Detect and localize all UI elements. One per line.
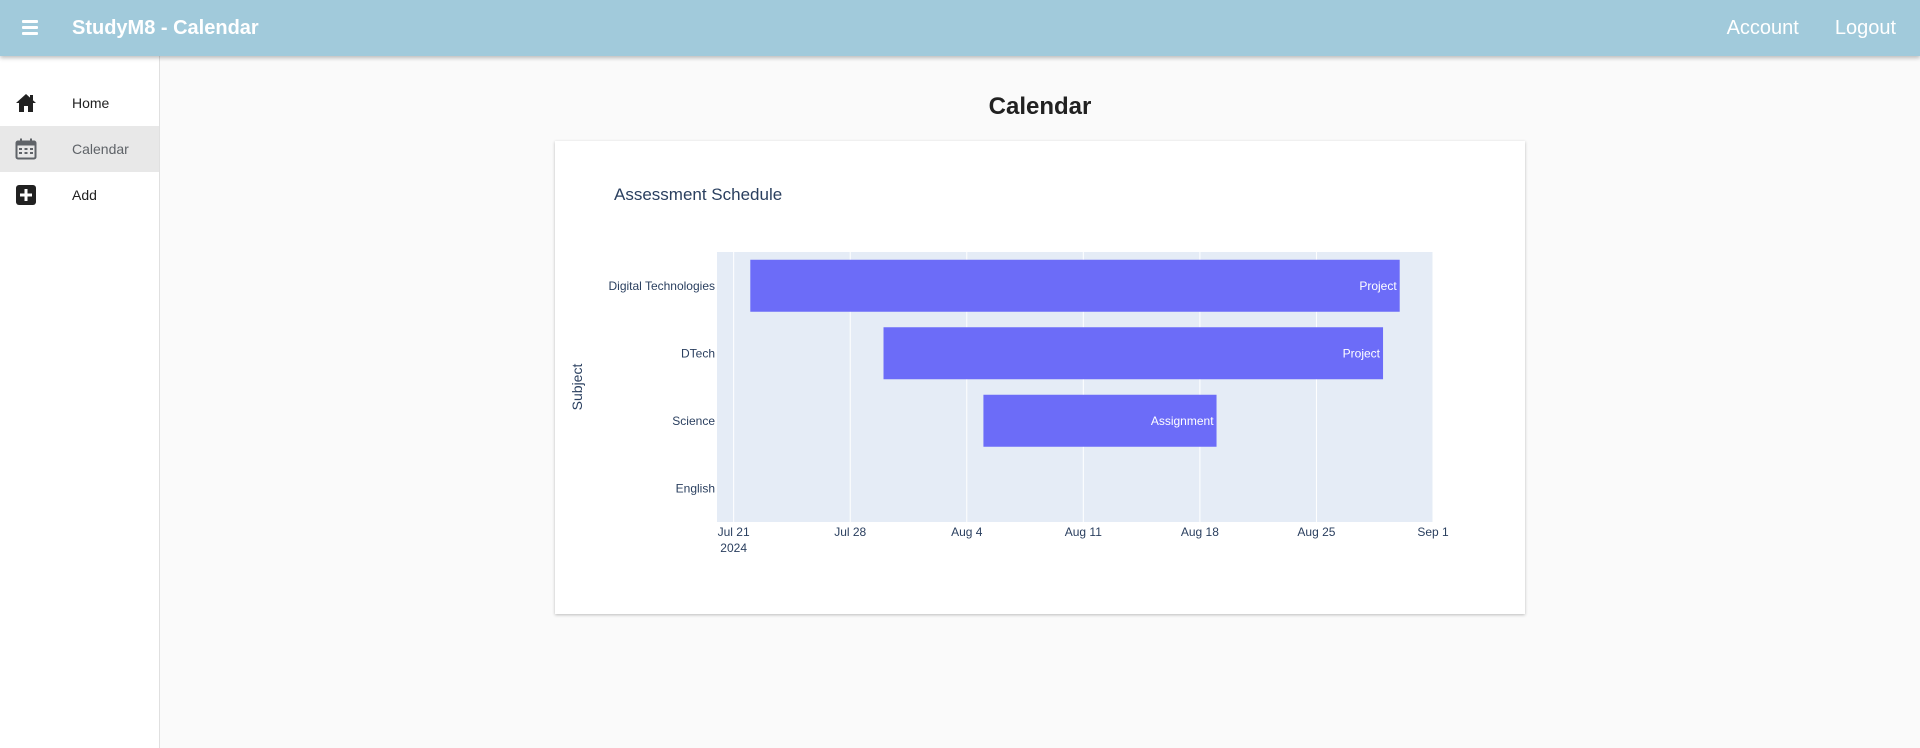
x-tick-label: Aug 4 (951, 525, 983, 539)
y-tick-label: English (676, 481, 715, 495)
calendar-icon (14, 137, 38, 161)
top-app-bar: StudyM8 - Calendar Account Logout (0, 0, 1920, 56)
logout-link[interactable]: Logout (1817, 0, 1920, 56)
y-tick-label: Science (672, 414, 715, 428)
y-tick-label: Digital Technologies (608, 279, 715, 293)
menu-icon[interactable] (20, 16, 42, 40)
x-tick-label: Jul 21 (718, 525, 750, 539)
bar-label: Project (1343, 346, 1381, 360)
assessment-timeline-chart: Digital TechnologiesDTechScienceEnglish … (569, 252, 1449, 555)
app-title: StudyM8 - Calendar (72, 17, 259, 39)
home-icon (14, 91, 38, 115)
sidebar-item-calendar[interactable]: Calendar (0, 126, 159, 172)
plus-box-icon (14, 183, 38, 207)
sidebar-item-label: Calendar (72, 141, 129, 157)
chart-card: Digital Technologies DTech Science English … (555, 141, 1525, 614)
bar-label: Project (1359, 279, 1397, 293)
bar-label: Assignment (1151, 414, 1214, 428)
sidebar-item-add[interactable]: Add (0, 172, 159, 218)
sidebar: Home Calendar Add (0, 56, 160, 748)
y-axis-title: Subject (569, 364, 585, 411)
y-tick-label: DTech (681, 346, 715, 360)
page-title: Calendar (988, 93, 1092, 120)
timeline-bar (750, 259, 1400, 312)
sidebar-item-home[interactable]: Home (0, 80, 159, 126)
x-tick-label: Aug 18 (1181, 525, 1219, 539)
x-tick-label: Aug 25 (1297, 525, 1335, 539)
x-tick-label: Aug 11 (1065, 525, 1102, 539)
x-tick-label: Sep 1 (1417, 525, 1449, 539)
chart-title: Assessment Schedule (614, 185, 783, 204)
sidebar-item-label: Add (72, 187, 97, 203)
x-tick-year: 2024 (720, 541, 747, 555)
account-link[interactable]: Account (1709, 0, 1817, 56)
timeline-bar (883, 327, 1384, 380)
sidebar-item-label: Home (72, 95, 110, 111)
header-links: Account Logout (1709, 0, 1920, 56)
x-tick-label: Jul 28 (834, 525, 866, 539)
